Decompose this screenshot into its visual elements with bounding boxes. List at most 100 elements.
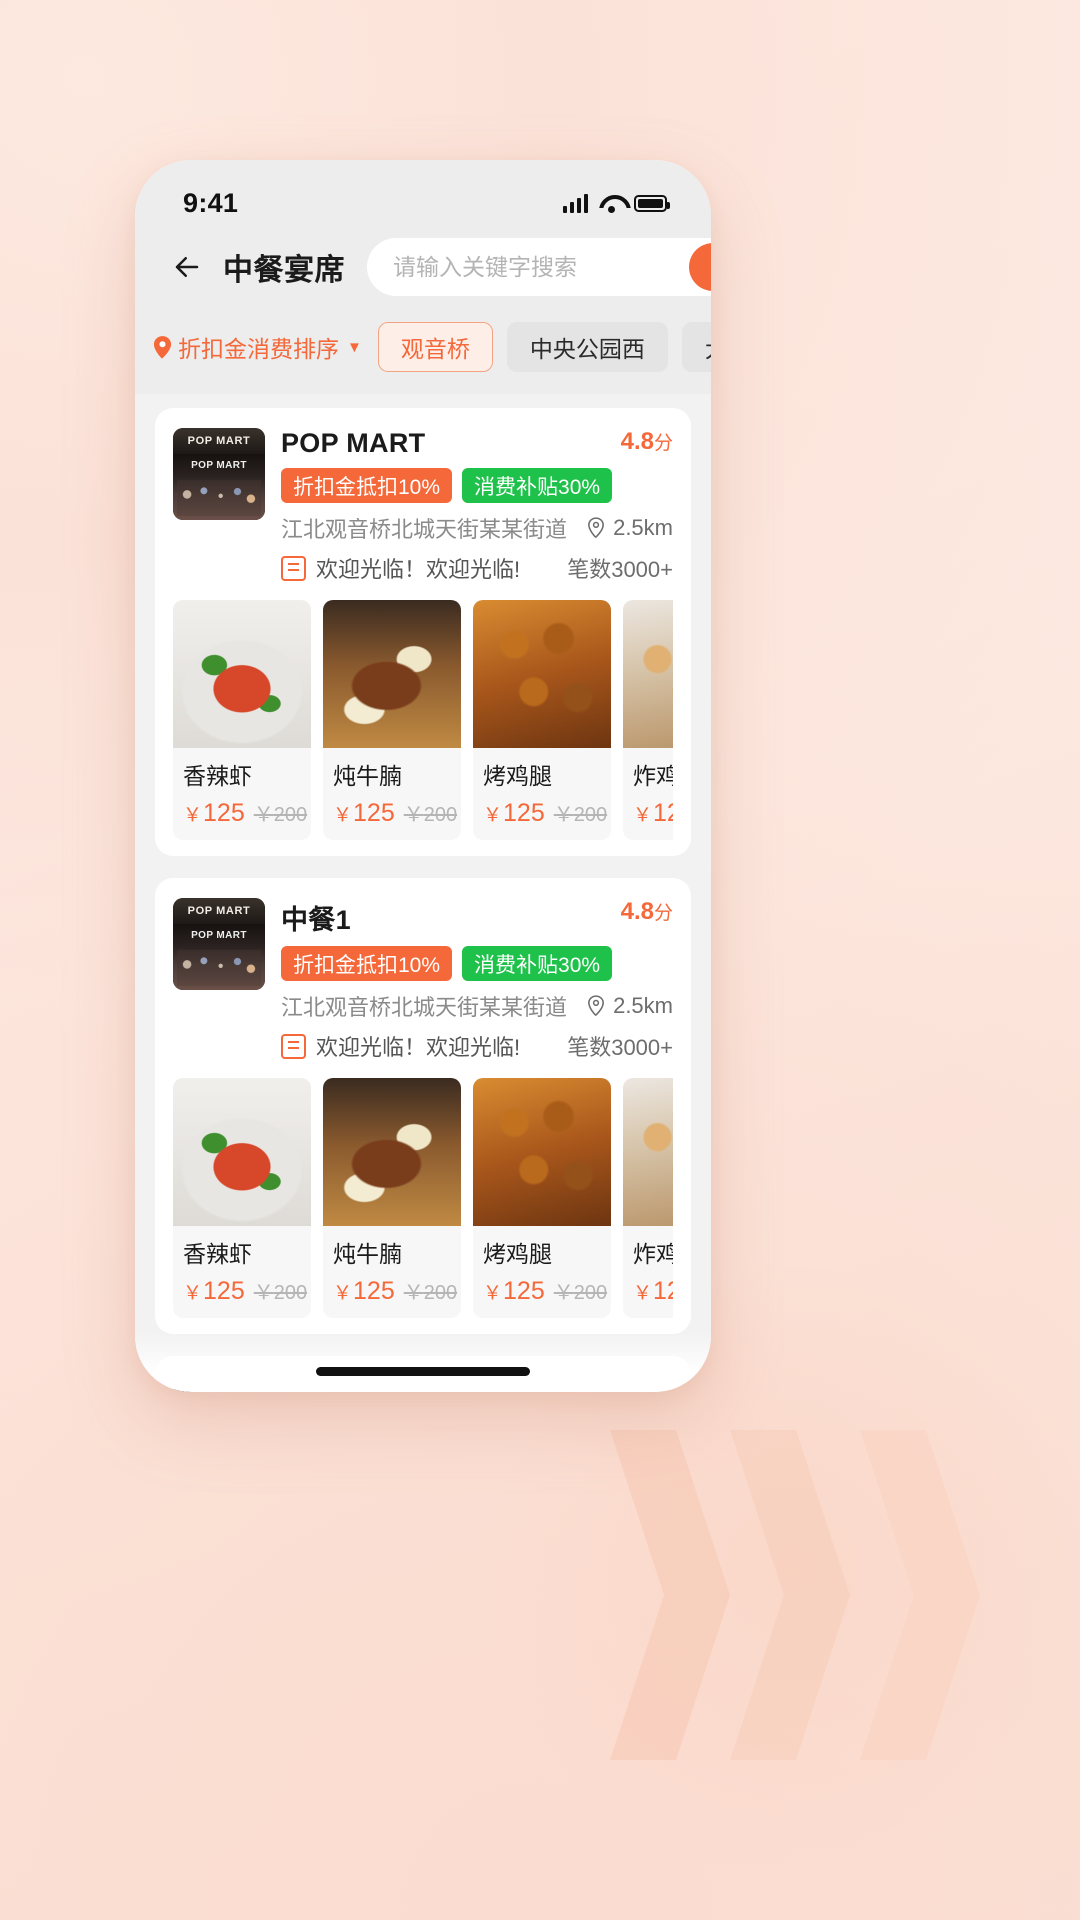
shop-name: 中餐1 [281, 905, 351, 935]
search-bar[interactable]: 搜索 [367, 238, 711, 296]
dish-strip[interactable]: 香辣虾 ￥125 ￥200 炖牛腩 ￥125 ￥200 烤鸡腿 ￥125 ￥20… [173, 600, 673, 840]
dish-image [623, 1078, 673, 1226]
shop-note: 欢迎光临！欢迎光临! [281, 552, 520, 584]
dish-name: 炖牛腩 [333, 1241, 402, 1267]
filter-bar: 折扣金消费排序 ▼ 观音桥 中央公园西 大坪 杨家 [135, 318, 711, 394]
dish-item[interactable]: 炖牛腩 ￥125 ￥200 [323, 1078, 461, 1318]
dish-price-original: ￥200 [554, 798, 607, 827]
shop-address: 江北观音桥北城天街某某街道 [281, 517, 568, 542]
shop-address: 江北观音桥北城天街某某街道 [281, 995, 568, 1020]
phone-screen: 9:41 中餐宴席 搜索 [135, 160, 711, 1392]
rating-unit: 分 [653, 433, 673, 454]
status-time: 9:41 [183, 187, 239, 218]
search-button[interactable]: 搜索 [689, 243, 711, 291]
dish-name: 烤鸡腿 [483, 1241, 552, 1267]
currency-symbol: ￥ [403, 804, 424, 826]
rating-value: 4.8 [620, 898, 654, 925]
dish-image [623, 600, 673, 748]
price-value: 125 [203, 1277, 245, 1305]
currency-symbol: ￥ [553, 804, 574, 826]
dish-strip[interactable]: 香辣虾 ￥125 ￥200 炖牛腩 ￥125 ￥200 烤鸡腿 ￥125 ￥20… [173, 1078, 673, 1318]
filter-chip-zhongyanggongyuanxi[interactable]: 中央公园西 [506, 322, 668, 372]
shop-card[interactable]: POP MART POP MART POP MART 4.8分 折扣金抵扣10%… [155, 408, 691, 856]
currency-symbol: ￥ [633, 805, 653, 826]
dish-price-original: ￥200 [404, 1276, 457, 1305]
home-indicator[interactable] [316, 1367, 530, 1376]
shop-tags: 折扣金抵扣10% 消费补贴30% [281, 946, 673, 981]
note-text: 欢迎光临！欢迎光临! [316, 557, 521, 582]
distance-value: 2.5km [613, 993, 673, 1018]
back-button[interactable] [165, 245, 209, 289]
distance-value: 2.5km [613, 515, 673, 540]
price-value: 125 [653, 1277, 673, 1305]
currency-symbol: ￥ [553, 1282, 574, 1304]
dish-item[interactable]: 香辣虾 ￥125 ￥200 [173, 1078, 311, 1318]
shop-tags: 折扣金抵扣10% 消费补贴30% [281, 468, 673, 503]
dish-item[interactable]: 炖牛腩 ￥125 ￥200 [323, 600, 461, 840]
dish-price-current: ￥125 [183, 1277, 245, 1306]
currency-symbol: ￥ [403, 1282, 424, 1304]
currency-symbol: ￥ [633, 1283, 653, 1304]
notice-board-icon [281, 555, 306, 581]
shop-order-count: 笔数3000+ [567, 557, 673, 582]
shop-rating: 4.8分 [621, 1376, 673, 1392]
shop-card[interactable]: POP MART POP MART 中餐1 4.8分 折扣金抵扣10% 消费补贴… [155, 878, 691, 1334]
dish-item[interactable]: 炸鸡 ￥125 ￥200 [623, 600, 673, 840]
shop-thumb-sign-text: POP MART [191, 930, 247, 941]
orig-price-value: 200 [273, 1282, 308, 1304]
dish-item[interactable]: 烤鸡腿 ￥125 ￥200 [473, 600, 611, 840]
location-pin-icon [588, 995, 605, 1016]
nav-bar: 中餐宴席 搜索 [135, 232, 711, 318]
shop-distance: 2.5km [586, 515, 673, 541]
dish-item[interactable]: 炸鸡 ￥125 ￥200 [623, 1078, 673, 1318]
arrow-left-icon [175, 257, 199, 277]
dish-image [323, 600, 461, 748]
dish-price-original: ￥200 [254, 798, 307, 827]
shop-header: POP MART POP MART 中餐1 4.8分 折扣金抵扣10% 消费补贴… [173, 1376, 673, 1392]
currency-symbol: ￥ [183, 805, 203, 826]
filter-chip-daping[interactable]: 大坪 [681, 322, 711, 372]
dish-name: 烤鸡腿 [483, 763, 552, 789]
notice-board-icon [281, 1033, 306, 1059]
shop-rating: 4.8分 [621, 428, 673, 456]
dish-image [473, 600, 611, 748]
orig-price-value: 200 [573, 1282, 608, 1304]
price-value: 125 [353, 1277, 395, 1305]
dish-price-current: ￥125 [333, 1277, 395, 1306]
dish-name: 香辣虾 [183, 1241, 252, 1267]
currency-symbol: ￥ [183, 1283, 203, 1304]
shop-thumb-sign-text: POP MART [191, 460, 247, 471]
sort-selector[interactable]: 折扣金消费排序 ▼ [153, 330, 364, 364]
dish-name: 炸鸡 [633, 763, 673, 789]
orig-price-value: 200 [573, 804, 608, 826]
dish-price-current: ￥125 [633, 799, 673, 828]
dish-item[interactable]: 香辣虾 ￥125 ￥200 [173, 600, 311, 840]
orig-price-value: 200 [423, 804, 458, 826]
shop-name: POP MART [281, 428, 426, 458]
note-text: 欢迎光临！欢迎光临! [316, 1035, 521, 1060]
price-value: 125 [653, 799, 673, 827]
shop-note: 欢迎光临！欢迎光临! [281, 1030, 520, 1062]
rating-unit: 分 [653, 903, 673, 924]
rating-value: 4.8 [620, 428, 654, 455]
shop-list[interactable]: POP MART POP MART POP MART 4.8分 折扣金抵扣10%… [135, 394, 711, 1392]
shop-thumb-banner-text: POP MART [187, 905, 251, 917]
dish-price-original: ￥200 [404, 798, 457, 827]
dish-image [173, 1078, 311, 1226]
wifi-icon [599, 194, 623, 213]
shop-order-count: 笔数3000+ [567, 1035, 673, 1060]
shop-thumbnail: POP MART POP MART [173, 898, 265, 990]
dish-item[interactable]: 烤鸡腿 ￥125 ￥200 [473, 1078, 611, 1318]
battery-icon [634, 194, 670, 212]
status-icons [562, 193, 670, 213]
dish-image [473, 1078, 611, 1226]
currency-symbol: ￥ [253, 804, 274, 826]
search-input[interactable] [393, 253, 689, 281]
currency-symbol: ￥ [253, 1282, 274, 1304]
sort-label: 折扣金消费排序 [178, 336, 339, 362]
orig-price-value: 200 [423, 1282, 458, 1304]
dish-image [173, 600, 311, 748]
tag-subsidy: 消费补贴30% [462, 946, 613, 981]
filter-chip-guanyinqiao[interactable]: 观音桥 [377, 322, 493, 372]
shop-header: POP MART POP MART 中餐1 4.8分 折扣金抵扣10% 消费补贴… [173, 898, 673, 1062]
